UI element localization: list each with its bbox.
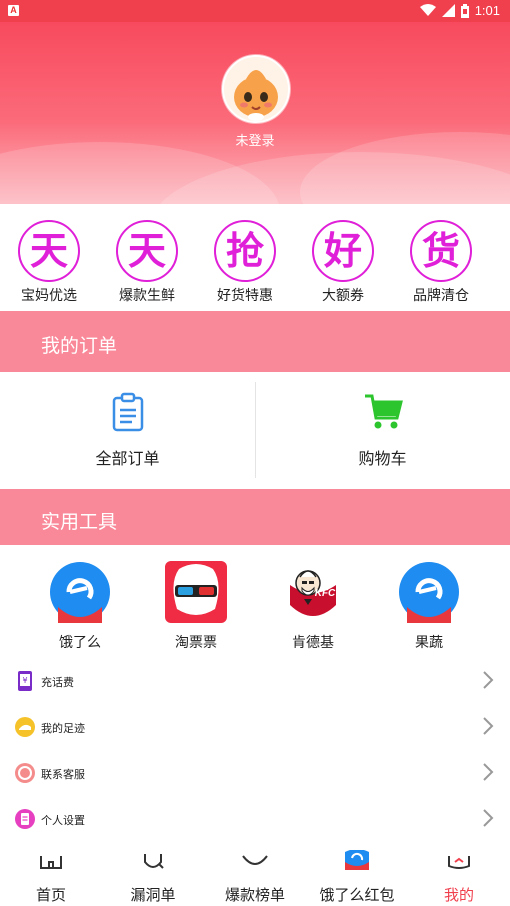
quick-action-fresh[interactable]: 天 爆款生鲜 xyxy=(98,212,196,310)
section-title: 我的订单 xyxy=(41,336,118,357)
tab-home[interactable]: 首页 xyxy=(0,848,102,905)
shopping-cart-icon xyxy=(364,394,403,429)
customer-service-icon xyxy=(15,763,35,783)
chevron-right-icon xyxy=(483,763,494,781)
bottom-tab-bar: 首页 漏洞单 爆款榜单 饿了么红包 我的 xyxy=(0,848,510,906)
taopiaopiao-icon xyxy=(165,561,227,623)
hot-list-icon xyxy=(242,855,268,865)
tab-label: 我的 xyxy=(443,887,474,904)
orders-section-header: 我的订单 xyxy=(0,311,510,372)
menu-item-settings[interactable]: 个人设置 xyxy=(0,797,510,843)
home-icon xyxy=(40,856,62,869)
tab-my[interactable]: 我的 xyxy=(408,848,510,905)
clipboard-icon xyxy=(112,392,143,432)
bug-list-icon xyxy=(144,854,164,869)
quick-action-glyph: 天 xyxy=(116,220,178,282)
footprint-icon xyxy=(15,717,35,737)
menu-item-recharge[interactable]: ¥ 充话费 xyxy=(0,659,510,705)
eleme-icon xyxy=(50,562,110,623)
quick-action-deals[interactable]: 抢 好货特惠 xyxy=(196,212,294,310)
clock-time: 1:01 xyxy=(474,3,500,18)
quick-actions: 天 宝妈优选 天 爆款生鲜 抢 好货特惠 好 大额券 货 品牌清仓 xyxy=(0,212,510,310)
tool-label: 饿了么 xyxy=(59,634,101,650)
quick-action-label: 品牌清仓 xyxy=(413,287,469,303)
eleme-redpacket-icon xyxy=(345,849,369,870)
orders-panel: 全部订单 购物车 xyxy=(0,372,510,488)
tab-eleme-redpacket[interactable]: 饿了么红包 xyxy=(306,848,408,905)
tab-label: 首页 xyxy=(35,887,66,904)
tool-eleme[interactable]: 饿了么 xyxy=(30,561,130,652)
chevron-right-icon xyxy=(483,717,494,735)
status-bar: A 1:01 xyxy=(0,0,510,22)
login-status-label[interactable]: 未登录 xyxy=(0,130,510,149)
tools-grid: 饿了么 淘票票 KFC 肯德基 果蔬 xyxy=(0,561,510,650)
notification-badge-icon: A xyxy=(8,5,19,16)
all-orders-button[interactable]: 全部订单 xyxy=(0,372,255,488)
eleme-icon xyxy=(399,562,459,623)
tab-label: 爆款榜单 xyxy=(224,887,285,904)
menu-label: 充话费 xyxy=(41,677,74,689)
quick-action-label: 好货特惠 xyxy=(217,287,273,303)
tab-label: 饿了么红包 xyxy=(319,887,395,904)
menu-item-customer-service[interactable]: 联系客服 xyxy=(0,751,510,797)
quick-action-label: 宝妈优选 xyxy=(21,287,77,303)
tab-label: 漏洞单 xyxy=(130,887,176,904)
section-title: 实用工具 xyxy=(41,512,118,533)
tab-hot-list[interactable]: 爆款榜单 xyxy=(204,848,306,905)
tools-section-header: 实用工具 xyxy=(0,489,510,545)
chevron-right-icon xyxy=(483,671,494,689)
avatar[interactable] xyxy=(222,55,290,123)
quick-action-label: 爆款生鲜 xyxy=(119,287,175,303)
quick-action-clearance[interactable]: 货 品牌清仓 xyxy=(392,212,490,310)
quick-action-coupons[interactable]: 好 大额券 xyxy=(294,212,392,310)
menu-label: 个人设置 xyxy=(41,815,85,827)
profile-header: 未登录 xyxy=(0,22,510,204)
menu-item-footprint[interactable]: 我的足迹 xyxy=(0,705,510,751)
quick-action-glyph: 货 xyxy=(410,220,472,282)
tool-taopiaopiao[interactable]: 淘票票 xyxy=(146,561,246,652)
quick-action-glyph: 天 xyxy=(18,220,80,282)
quick-action-glyph: 抢 xyxy=(214,220,276,282)
phone-recharge-icon: ¥ xyxy=(18,671,32,691)
tool-label: 淘票票 xyxy=(175,634,217,650)
profile-icon xyxy=(448,856,470,869)
mascot-avatar-icon xyxy=(224,57,288,121)
shopping-cart-button[interactable]: 购物车 xyxy=(255,372,510,488)
kfc-logo-text: KFC xyxy=(315,588,336,599)
quick-action-label: 大额券 xyxy=(322,287,364,303)
tool-label: 肯德基 xyxy=(292,634,334,650)
chevron-right-icon xyxy=(483,809,494,827)
quick-action-glyph: 好 xyxy=(312,220,374,282)
menu-label: 我的足迹 xyxy=(41,723,85,735)
menu-label: 联系客服 xyxy=(41,769,85,781)
wifi-icon xyxy=(419,4,436,16)
all-orders-label: 全部订单 xyxy=(95,451,160,468)
settings-icon xyxy=(15,809,35,829)
tab-bug-list[interactable]: 漏洞单 xyxy=(102,848,204,905)
svg-text:¥: ¥ xyxy=(22,676,27,685)
kfc-icon: KFC xyxy=(285,564,341,620)
shopping-cart-label: 购物车 xyxy=(358,451,407,468)
battery-icon xyxy=(460,3,469,18)
signal-icon xyxy=(441,4,455,17)
tool-kfc[interactable]: KFC 肯德基 xyxy=(263,561,363,652)
tool-fruits-veg[interactable]: 果蔬 xyxy=(379,561,479,652)
quick-action-baoma[interactable]: 天 宝妈优选 xyxy=(0,212,98,310)
tool-label: 果蔬 xyxy=(415,634,443,650)
